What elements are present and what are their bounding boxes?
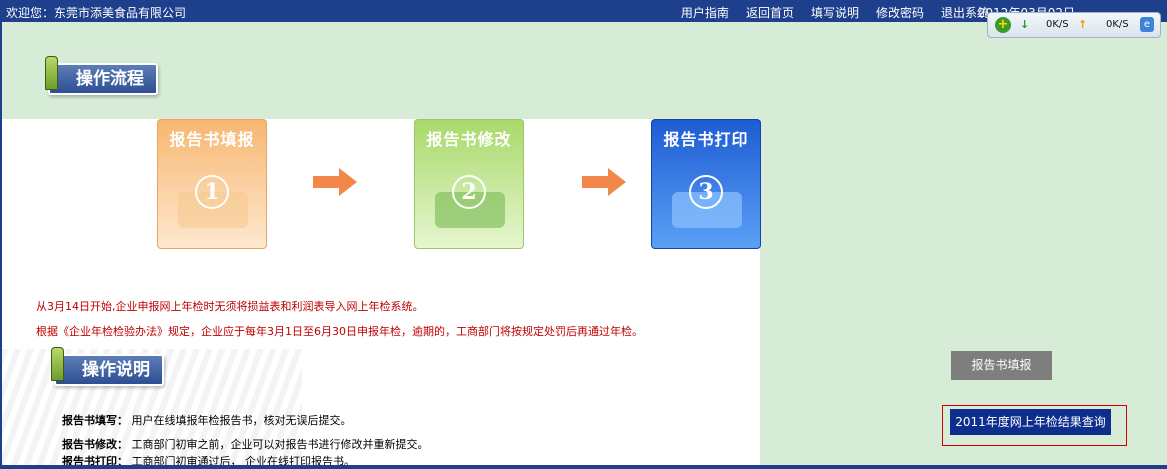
step-number: 3 — [689, 175, 723, 209]
step-number: 2 — [452, 175, 486, 209]
step-label: 报告书填报 — [169, 130, 255, 149]
instruction-item: 报告书填写： 用户在线填报年检报告书，核对无误后提交。 — [62, 412, 352, 428]
arrow-right-icon — [313, 168, 357, 196]
step-number: 1 — [195, 175, 229, 209]
instruction-term: 报告书修改： — [62, 438, 128, 451]
bottom-border — [0, 465, 1167, 469]
instruction-text: 工商部门初审之前，企业可以对报告书进行修改并重新提交。 — [131, 438, 429, 451]
network-speed-widget[interactable]: + ↓ 0K/S ↑ 0K/S e — [987, 12, 1161, 38]
step-print-report[interactable]: 报告书打印 3 — [651, 119, 761, 249]
welcome-text: 欢迎您：东莞市添美食品有限公司 — [6, 6, 187, 20]
arrow-right-icon — [582, 168, 626, 196]
process-title-text: 操作流程 — [76, 69, 144, 89]
upload-speed: 0K/S — [1106, 19, 1129, 30]
download-speed: 0K/S — [1046, 19, 1069, 30]
nav-user-guide[interactable]: 用户指南 — [681, 4, 729, 21]
nav-home[interactable]: 返回首页 — [746, 4, 794, 21]
browser-icon[interactable]: e — [1140, 17, 1154, 32]
upload-arrow-icon: ↑ — [1078, 18, 1088, 31]
notice-text: 从3月14日开始,企业申报网上年检时无须将损益表和利润表导入网上年检系统。 — [36, 300, 424, 313]
nav-change-password[interactable]: 修改密码 — [876, 4, 924, 21]
pencil-icon — [51, 347, 64, 381]
instruction-term: 报告书填写： — [62, 414, 128, 427]
step-label: 报告书打印 — [663, 130, 749, 149]
fill-report-button[interactable]: 报告书填报 — [951, 351, 1052, 380]
plus-icon[interactable]: + — [995, 17, 1011, 33]
instruction-text: 用户在线填报年检报告书，核对无误后提交。 — [131, 414, 352, 427]
step-label: 报告书修改 — [426, 130, 512, 149]
nav-fill-instructions[interactable]: 填写说明 — [811, 4, 859, 21]
top-nav: 用户指南 返回首页 填写说明 修改密码 退出系统 — [681, 4, 989, 21]
download-arrow-icon: ↓ — [1020, 18, 1030, 31]
pencil-icon — [45, 56, 58, 90]
step-edit-report[interactable]: 报告书修改 2 — [414, 119, 524, 249]
process-title: 操作流程 — [45, 56, 158, 95]
instruction-item: 报告书修改： 工商部门初审之前，企业可以对报告书进行修改并重新提交。 — [62, 436, 429, 452]
notice-text: 根据《企业年检检验办法》规定，企业应于每年3月1日至6月30日申报年检，逾期的，… — [36, 325, 643, 338]
instructions-title-text: 操作说明 — [82, 360, 150, 380]
step-fill-report[interactable]: 报告书填报 1 — [157, 119, 267, 249]
result-query-button[interactable]: 2011年度网上年检结果查询 — [950, 409, 1111, 435]
instructions-title: 操作说明 — [51, 347, 164, 386]
